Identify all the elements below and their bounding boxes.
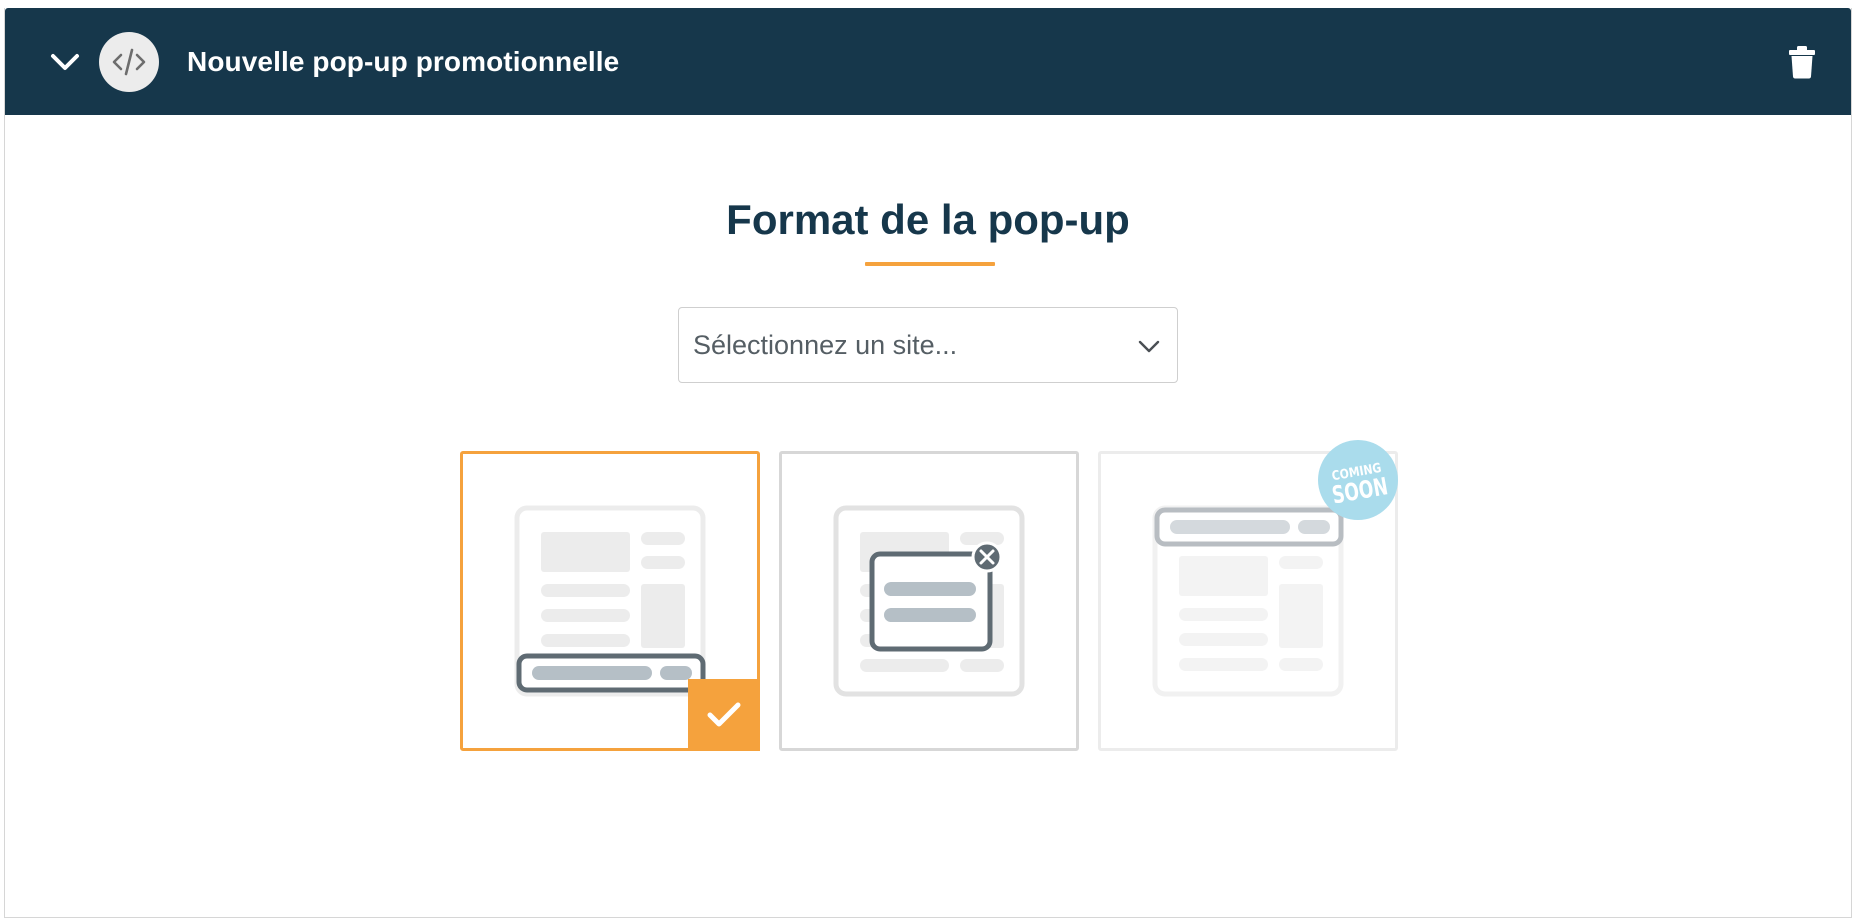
trash-icon <box>1789 46 1815 79</box>
delete-button[interactable] <box>1787 44 1817 80</box>
modal-layout-icon <box>833 505 1025 697</box>
popup-editor-panel: Nouvelle pop-up promotionnelle Format de… <box>4 8 1852 918</box>
format-section-title: Format de la pop-up <box>726 196 1130 243</box>
chevron-down-icon <box>1138 340 1160 353</box>
popup-title[interactable]: Nouvelle pop-up promotionnelle <box>187 46 619 78</box>
collapse-button[interactable] <box>43 46 87 78</box>
chevron-down-icon <box>51 54 79 70</box>
site-select[interactable]: Sélectionnez un site... <box>678 307 1178 383</box>
format-option-bottom-banner[interactable] <box>460 451 760 751</box>
selected-badge <box>688 679 760 751</box>
coming-soon-badge: COMING SOON <box>1318 440 1398 520</box>
title-underline <box>865 262 995 266</box>
code-type-badge <box>99 32 159 92</box>
site-select-placeholder: Sélectionnez un site... <box>693 330 958 360</box>
check-icon <box>707 702 741 727</box>
format-option-center-modal[interactable] <box>779 451 1079 751</box>
panel-header: Nouvelle pop-up promotionnelle <box>5 8 1851 115</box>
code-icon <box>112 48 146 76</box>
